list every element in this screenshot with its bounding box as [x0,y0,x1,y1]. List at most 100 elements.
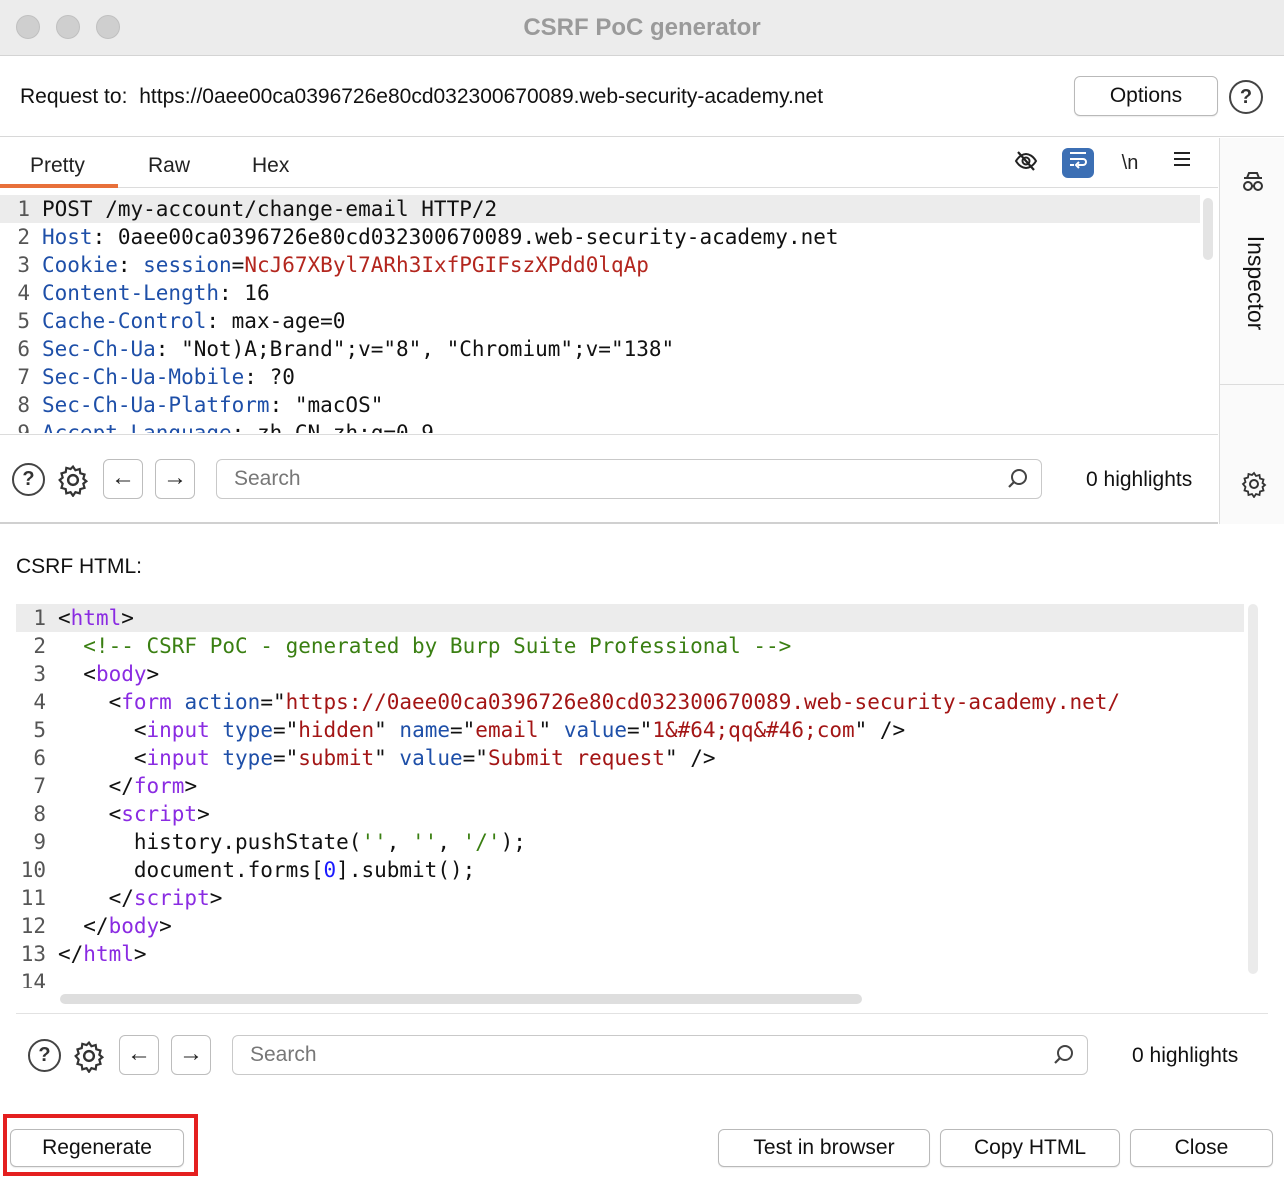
tab-hex[interactable]: Hex [252,154,289,178]
code-token: < [58,802,122,826]
line-number: 3 [17,253,30,277]
wrap-icon[interactable] [1062,148,1094,178]
line-number: 2 [17,225,30,249]
csrf-horizontal-scrollbar[interactable] [60,994,862,1004]
code-token: < [58,606,71,630]
code-token: 0 [323,858,337,882]
code-token: , [386,830,413,854]
copy-html-button[interactable]: Copy HTML [940,1129,1120,1167]
window-title: CSRF PoC generator [523,14,761,41]
code-token: > [209,886,223,910]
code-token: Sec-Ch-Ua-Platform [42,393,270,417]
csrf-html-editor[interactable]: 1 <html> 2 <!-- CSRF PoC - generated by Bu… [16,604,1244,988]
code-token: Accept-Language [42,421,232,433]
code-token: script [121,802,198,826]
code-line: 2 Host: 0aee00ca0396726e80cd032300670089.… [0,223,1200,251]
help-icon[interactable]: ? [12,463,45,496]
gear-icon[interactable] [1240,470,1268,503]
inspector-tab-label[interactable]: Inspector [1239,213,1269,353]
message-view-tabs: Pretty Raw Hex \n [0,138,1218,188]
code-token: input [146,746,210,770]
code-line: 8 Sec-Ch-Ua-Platform: "macOS" [0,391,1200,419]
csrf-search-input[interactable]: Search [232,1035,1088,1075]
code-line: 1 <html> [16,604,1244,632]
code-token: > [184,774,198,798]
code-text: Cache-Control: max-age=0 [42,309,345,333]
code-line: 3 Cookie: session=NcJ67XByl7ARh3IxfPGIFsz… [0,251,1200,279]
code-token: =" [450,718,476,742]
code-token: : "macOS" [269,393,384,417]
code-token: " [374,718,400,742]
request-search-input[interactable]: Search [216,459,1042,499]
code-line: 2 <!-- CSRF PoC - generated by Burp Suit… [16,632,1244,660]
gear-icon[interactable] [56,463,90,498]
test-in-browser-button[interactable]: Test in browser [718,1129,930,1167]
line-number: 1 [33,606,46,630]
code-text: <!-- CSRF PoC - generated by Burp Suite … [58,634,791,658]
options-button[interactable]: Options [1074,76,1218,116]
code-line: 9 history.pushState('', '', '/'); [16,828,1244,856]
code-text: Content-Length: 16 [42,281,270,305]
code-line: 5 <input type="hidden" name="email" valu… [16,716,1244,744]
tab-pretty[interactable]: Pretty [30,154,85,178]
line-number: 13 [20,942,46,966]
next-match-button[interactable]: → [171,1035,211,1075]
code-token: " [538,718,564,742]
code-token: Host [42,225,93,249]
code-text: <input type="hidden" name="email" value=… [58,718,905,742]
previous-match-button[interactable]: ← [103,459,143,499]
code-token: form [121,690,172,714]
code-token: < [58,718,147,742]
line-number: 14 [20,970,46,988]
highlights-count: 0 highlights [1132,1044,1239,1067]
code-line: 14 [16,968,1244,988]
code-text: Sec-Ch-Ua-Platform: "macOS" [42,393,383,417]
code-token: input [146,718,210,742]
code-token: NcJ67XByl7ARh3IxfPGIFszXPdd0lqAp [244,253,649,277]
request-scrollbar[interactable] [1203,198,1213,260]
code-text: </body> [58,914,172,938]
code-token: > [197,802,210,826]
code-token: > [121,606,134,630]
code-token: : 16 [219,281,270,305]
gear-icon[interactable] [72,1039,106,1074]
eye-off-icon[interactable] [1010,148,1042,178]
code-token: < [58,662,96,686]
code-token: Submit request [487,746,665,770]
code-line: 10 document.forms[0].submit(); [16,856,1244,884]
code-text: </form> [58,774,198,798]
close-button[interactable]: Close [1130,1129,1273,1167]
request-editor[interactable]: 1 POST /my-account/change-email HTTP/2 2 Ho… [0,195,1200,433]
code-token: </ [58,774,134,798]
title-bar: CSRF PoC generator [0,0,1284,56]
search-placeholder: Search [234,467,301,490]
code-text: <script> [58,802,210,826]
code-token: : "Not)A;Brand";v="8", "Chromium";v="138… [155,337,675,361]
tab-raw[interactable]: Raw [148,154,190,178]
code-line: 6 Sec-Ch-Ua: "Not)A;Brand";v="8", "Chromi… [0,335,1200,363]
next-match-button[interactable]: → [155,459,195,499]
menu-icon[interactable] [1166,148,1198,178]
help-icon[interactable]: ? [28,1039,61,1072]
code-token: '' [412,830,438,854]
code-token: session [143,253,232,277]
code-token: '/' [462,830,501,854]
code-token: email [475,718,539,742]
code-token: POST /my-account/change-email HTTP/2 [42,197,498,221]
code-token: =" [272,718,299,742]
code-token: " /> [854,718,906,742]
code-token: : 0aee00ca0396726e80cd032300670089.web-s… [92,225,839,249]
code-text: Host: 0aee00ca0396726e80cd032300670089.w… [42,225,839,249]
help-icon[interactable]: ? [1229,80,1263,114]
code-token: value [399,746,463,770]
line-number: 11 [20,886,46,910]
code-token: </ [58,914,109,938]
newline-icon[interactable]: \n [1114,148,1146,178]
line-number: 6 [17,337,30,361]
code-token: document.forms[ [58,858,324,882]
previous-match-button[interactable]: ← [119,1035,159,1075]
csrf-vertical-scrollbar[interactable] [1248,604,1258,974]
inspector-icon[interactable] [1240,170,1266,199]
